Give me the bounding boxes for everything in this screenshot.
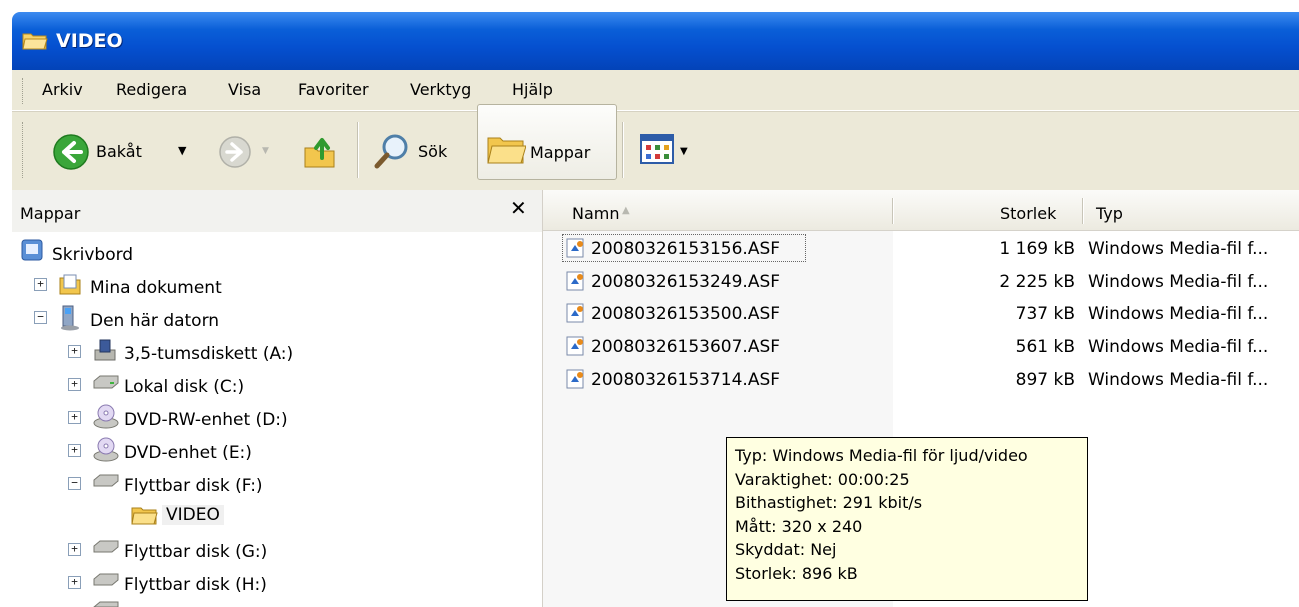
expand-dvd-rw-icon[interactable]: + [68,411,81,424]
file-size: 561 kB [1015,337,1075,357]
forward-dropdown-arrow-icon[interactable]: ▼ [262,146,269,156]
tooltip-type: Typ: Windows Media-fil för ljud/video [735,446,1028,465]
folders-icon [487,137,527,164]
views-grid-icon [640,134,674,164]
hard-drive-icon [93,375,119,389]
file-size: 737 kB [1015,304,1075,324]
menu-favoriter[interactable]: Favoriter [298,80,369,99]
menu-hjalp[interactable]: Hjälp [512,80,553,99]
column-header-bar [543,190,1299,231]
file-size: 1 169 kB [999,239,1075,259]
expand-dvd-icon[interactable]: + [68,444,81,457]
back-arrow-icon [53,134,89,170]
file-info-tooltip: Typ: Windows Media-fil för ljud/video Va… [726,437,1088,601]
tooltip-size: Storlek: 896 kB [735,563,858,583]
file-size: 2 225 kB [999,272,1075,292]
tree-item-dvd-rw-d[interactable]: DVD-RW-enhet (D:) [124,410,288,430]
file-type: Windows Media-fil f... [1088,239,1269,259]
views-button[interactable] [640,134,674,164]
dvd-rw-drive-icon [93,404,119,429]
file-name[interactable]: 20080326153249.ASF [591,272,780,292]
file-name[interactable]: 20080326153607.ASF [591,337,780,357]
forward-button[interactable] [218,135,252,169]
tooltip-protected: Skyddat: Nej [735,540,837,559]
open-folder-icon [131,507,158,525]
removable-disk-icon [93,601,119,607]
expand-flyttbar-g-icon[interactable]: + [68,543,81,556]
window-title: VIDEO [56,30,123,52]
media-file-icon [566,303,584,323]
folders-label[interactable]: Mappar [530,143,590,162]
file-type: Windows Media-fil f... [1088,272,1269,292]
dvd-drive-icon [93,437,119,462]
tooltip-dimensions: Mått: 320 x 240 [735,516,863,536]
menu-bar: Arkiv Redigera Visa Favoriter Verktyg Hj… [12,70,1299,111]
floppy-drive-icon [94,339,116,361]
column-header-name[interactable]: Namn [572,204,620,223]
forward-arrow-icon [219,136,251,168]
my-computer-icon [61,305,79,331]
removable-disk-icon [93,474,119,487]
media-file-icon [566,369,584,389]
file-type: Windows Media-fil f... [1088,337,1269,357]
search-label[interactable]: Sök [418,142,447,161]
file-type: Windows Media-fil f... [1088,304,1269,324]
collapse-den-har-datorn-icon[interactable]: − [34,311,47,324]
media-file-icon [566,336,584,356]
file-size: 897 kB [1015,370,1075,390]
tree-item-video-selected[interactable]: VIDEO [162,505,224,525]
file-name[interactable]: 20080326153156.ASF [591,239,780,259]
close-pane-icon[interactable]: ✕ [510,196,527,220]
tooltip-duration: Varaktighet: 00:00:25 [735,469,910,489]
column-header-size[interactable]: Storlek [1000,204,1056,223]
expand-mina-dokument-icon[interactable]: + [34,278,47,291]
file-name[interactable]: 20080326153500.ASF [591,304,780,324]
search-button[interactable] [372,132,412,172]
up-folder-button[interactable] [302,134,338,170]
removable-disk-icon [93,573,119,586]
media-file-icon [566,238,584,258]
tree-item-flyttbar-h[interactable]: Flyttbar disk (H:) [124,575,267,595]
folders-icon-wrap [486,132,527,168]
folder-icon [22,33,48,50]
tree-item-mina-dokument[interactable]: Mina dokument [90,278,222,298]
tree-item-skrivbord[interactable]: Skrivbord [52,245,133,265]
expand-diskett-icon[interactable]: + [68,345,81,358]
back-label[interactable]: Bakåt [96,142,142,161]
expand-flyttbar-h-icon[interactable]: + [68,576,81,589]
search-icon [374,134,408,169]
menu-redigera[interactable]: Redigera [116,80,187,99]
back-button[interactable] [52,133,90,171]
tree-item-lokal-disk-c[interactable]: Lokal disk (C:) [124,377,244,397]
menu-arkiv[interactable]: Arkiv [42,80,83,99]
title-bar[interactable] [0,0,1299,70]
column-header-type[interactable]: Typ [1096,204,1123,223]
tree-item-flyttbar-f[interactable]: Flyttbar disk (F:) [124,476,263,496]
menu-visa[interactable]: Visa [228,80,261,99]
views-dropdown-arrow-icon[interactable]: ▼ [680,146,688,157]
desktop-icon [21,239,43,261]
tooltip-bitrate: Bithastighet: 291 kbit/s [735,493,923,512]
collapse-flyttbar-f-icon[interactable]: − [68,477,81,490]
tree-item-dvd-e[interactable]: DVD-enhet (E:) [124,443,252,463]
expand-lokal-disk-icon[interactable]: + [68,378,81,391]
media-file-icon [566,271,584,291]
tree-item-flyttbar-g[interactable]: Flyttbar disk (G:) [124,542,267,562]
file-name[interactable]: 20080326153714.ASF [591,370,780,390]
tree-item-den-har-datorn[interactable]: Den här datorn [90,311,219,331]
folder-pane-title: Mappar [20,204,81,223]
up-folder-icon [304,138,335,168]
my-documents-icon [59,274,81,295]
sort-ascending-icon: ▲ [622,205,630,216]
back-dropdown-arrow-icon[interactable]: ▼ [178,144,186,157]
folder-pane-header [12,190,542,232]
menu-verktyg[interactable]: Verktyg [410,80,471,99]
removable-disk-icon [93,540,119,553]
file-type: Windows Media-fil f... [1088,370,1269,390]
tree-item-diskett-a[interactable]: 3,5-tumsdiskett (A:) [124,344,293,364]
